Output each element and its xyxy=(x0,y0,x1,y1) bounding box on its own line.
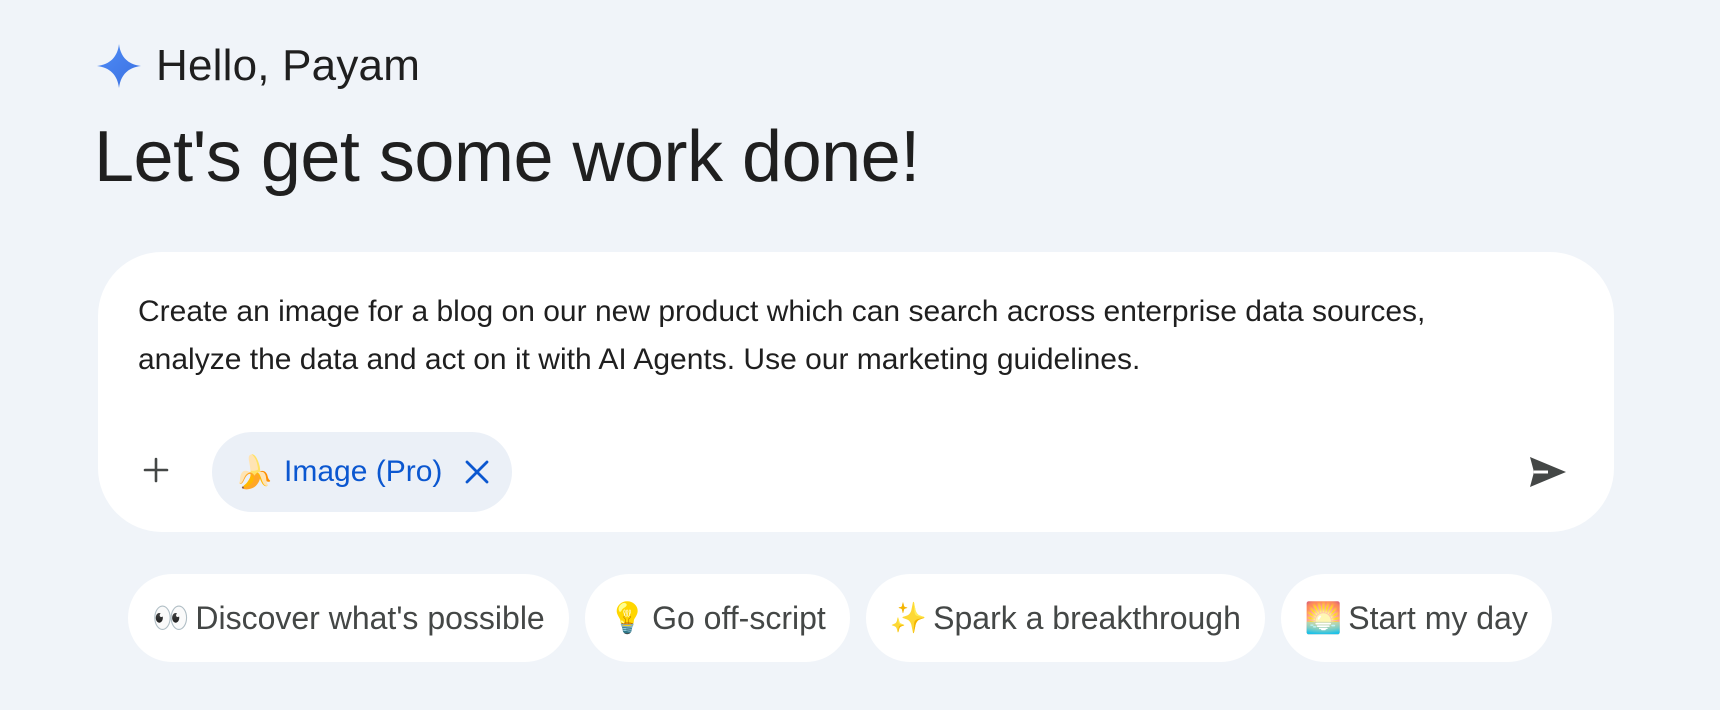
sparkles-icon: ✨ xyxy=(889,600,928,636)
suggestion-label: Start my day xyxy=(1348,599,1528,636)
greeting-row: Hello, Payam xyxy=(96,40,420,92)
suggestion-label: Discover what's possible xyxy=(195,599,545,636)
close-icon[interactable] xyxy=(460,455,494,489)
prompt-input[interactable]: Create an image for a blog on our new pr… xyxy=(138,288,1578,384)
add-button[interactable] xyxy=(124,438,188,502)
banana-icon: 🍌 xyxy=(234,453,274,491)
suggestion-label: Go off-script xyxy=(652,599,826,636)
suggestion-discover[interactable]: 👀 Discover what's possible xyxy=(128,574,569,662)
eyes-icon: 👀 xyxy=(152,600,190,636)
prompt-composer: Create an image for a blog on our new pr… xyxy=(98,252,1614,532)
send-icon xyxy=(1530,457,1566,487)
suggestion-breakthrough[interactable]: ✨ Spark a breakthrough xyxy=(865,574,1265,662)
suggestion-chips: 👀 Discover what's possible 💡 Go off-scri… xyxy=(128,574,1552,662)
sunrise-icon: 🌅 xyxy=(1304,600,1343,636)
plus-icon xyxy=(143,457,169,483)
suggestion-off-script[interactable]: 💡 Go off-script xyxy=(584,574,850,662)
suggestion-start-day[interactable]: 🌅 Start my day xyxy=(1280,574,1552,662)
tool-chip-label: Image (Pro) xyxy=(284,455,443,488)
suggestion-label: Spark a breakthrough xyxy=(933,599,1241,636)
page-headline: Let's get some work done! xyxy=(94,117,920,197)
gemini-spark-icon xyxy=(96,43,142,89)
greeting-text: Hello, Payam xyxy=(156,41,421,90)
tool-chip-image-pro[interactable]: 🍌 Image (Pro) xyxy=(212,432,512,512)
send-button[interactable] xyxy=(1516,440,1580,504)
lightbulb-icon: 💡 xyxy=(608,600,647,636)
